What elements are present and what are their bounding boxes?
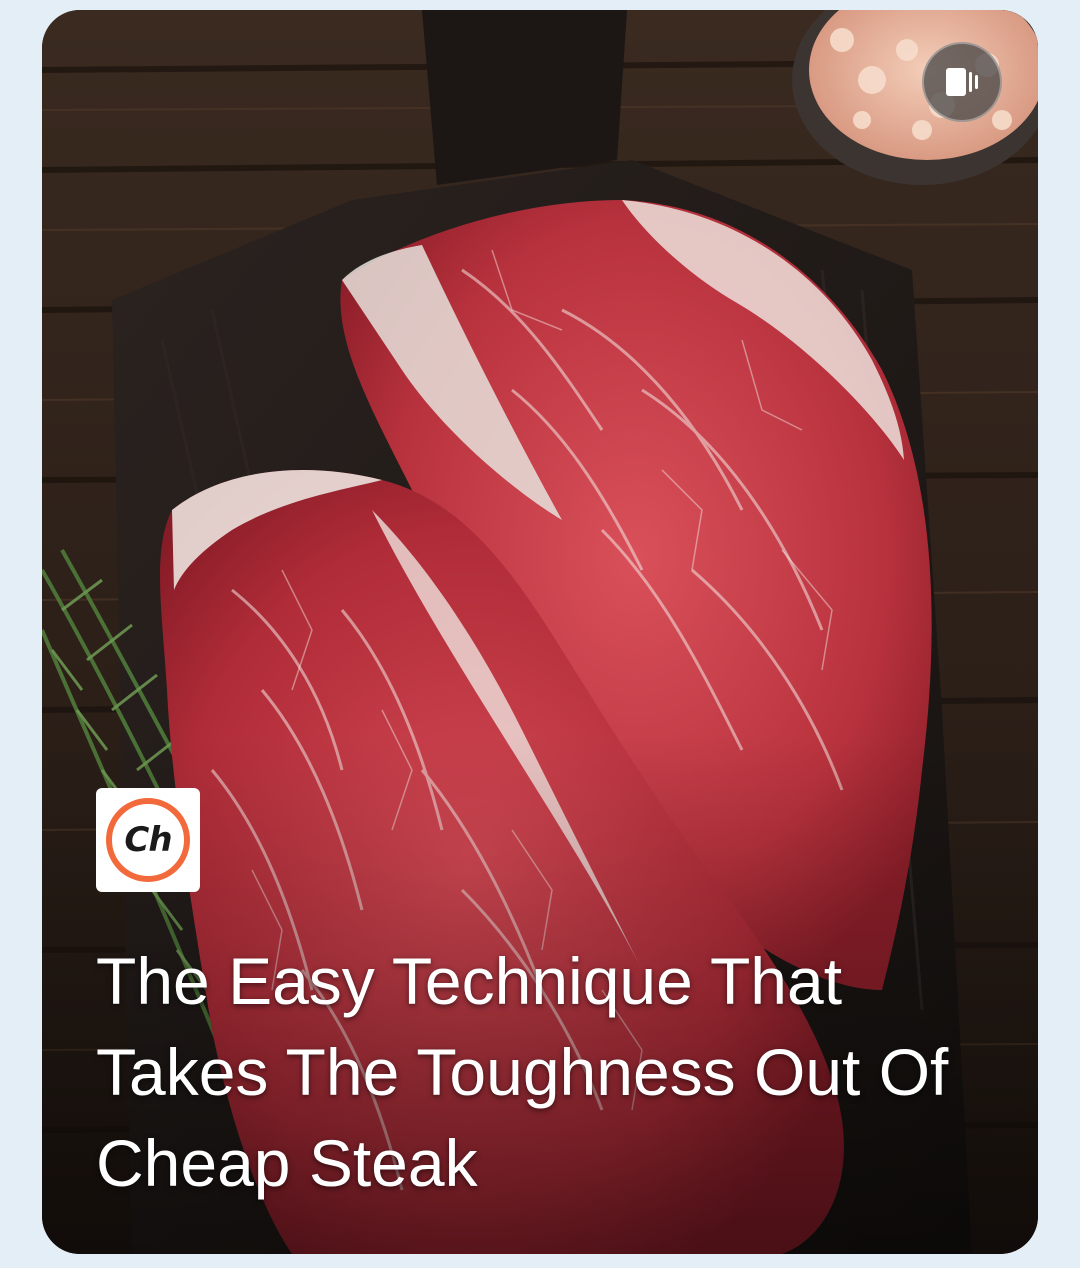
publisher-logo[interactable]: Ch: [96, 788, 200, 892]
story-stack-icon: [946, 68, 978, 96]
publisher-logo-ring: Ch: [106, 798, 190, 882]
publisher-logo-text: Ch: [124, 820, 172, 860]
article-card[interactable]: Ch The Easy Technique That Takes The Tou…: [42, 10, 1038, 1254]
story-button[interactable]: [922, 42, 1002, 122]
article-headline[interactable]: The Easy Technique That Takes The Toughn…: [96, 936, 996, 1209]
